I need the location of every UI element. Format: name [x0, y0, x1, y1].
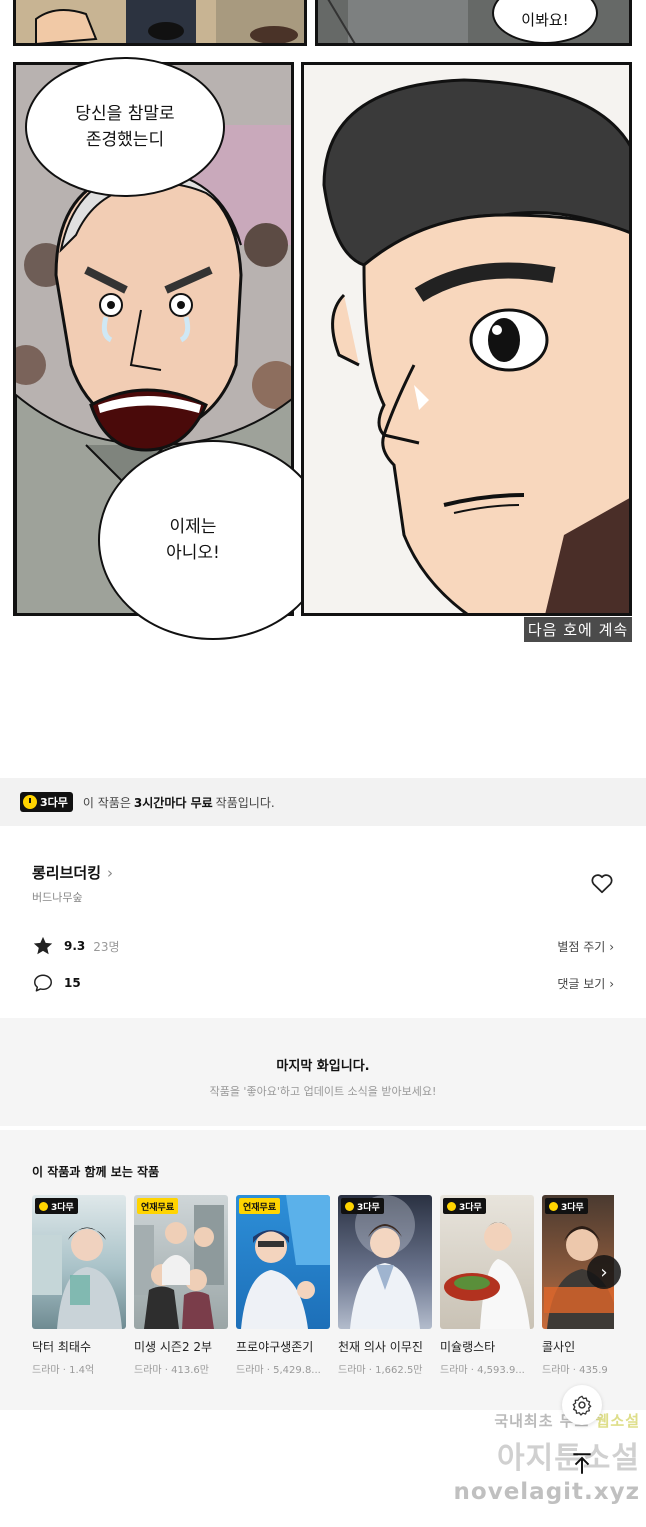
work-info-section: 롱리브더킹 › 버드나무숲 9.3 23명 별점 주기 › 15 댓글 보기 › — [0, 826, 646, 1016]
watermark-line-2: 아지툰소설 — [497, 1441, 640, 1476]
work-author: 버드나무숲 — [32, 891, 83, 904]
watermark-line-3: novelagit.xyz — [453, 1479, 640, 1505]
recommendations-section: 이 작품과 함께 보는 작품 3다무 닥터 최태수 드라마 · 1.4억 연재무… — [0, 1130, 646, 1410]
free-notice-bar: 3다무 이 작품은 3시간마다 무료 작품입니다. — [0, 778, 646, 826]
chevron-right-icon: › — [600, 1261, 608, 1283]
comment-bubble-icon — [34, 974, 52, 992]
card-tag: 3다무 — [443, 1198, 486, 1214]
comment-row: 15 댓글 보기 › — [32, 971, 614, 995]
speech-bubble-left-top: 당신을 참말로 존경했는디 — [25, 57, 225, 197]
card-title: 미생 시즌2 2부 — [134, 1340, 213, 1354]
card-title: 닥터 최태수 — [32, 1340, 92, 1354]
arrow-up-icon — [573, 1453, 591, 1474]
card-meta: 드라마 · 4,593.9... — [440, 1365, 525, 1376]
rating-score: 9.3 — [64, 939, 86, 953]
gear-icon — [572, 1395, 592, 1416]
rating-count: 23명 — [93, 939, 120, 954]
chevron-right-icon: › — [107, 863, 114, 882]
card-meta: 드라마 · 435.9 — [542, 1365, 608, 1376]
rate-button-label: 별점 주기 — [557, 939, 606, 954]
recommendation-card[interactable]: 연재무료 프로야구생존기 드라마 · 5,429.8... — [236, 1195, 330, 1376]
three-hour-free-badge: 3다무 — [20, 792, 73, 812]
recommendation-card[interactable]: 연재무료 미생 시즌2 2부 드라마 · 413.6만 — [134, 1195, 228, 1376]
to-be-continued-caption: 다음 호에 계속 — [524, 617, 632, 642]
badge-label: 3다무 — [40, 796, 68, 809]
last-episode-subtitle: 작품을 '좋아요'하고 업데이트 소식을 받아보세요! — [209, 1085, 437, 1098]
card-meta: 드라마 · 5,429.8... — [236, 1365, 321, 1376]
card-meta: 드라마 · 1.4억 — [32, 1365, 95, 1376]
card-tag: 3다무 — [545, 1198, 588, 1214]
card-tag: 연재무료 — [137, 1198, 179, 1214]
notice-text-bold: 3시간마다 무료 — [133, 795, 213, 810]
last-episode-title: 마지막 화입니다. — [276, 1059, 370, 1074]
card-title: 프로야구생존기 — [236, 1340, 314, 1354]
card-tag: 3다무 — [35, 1198, 78, 1214]
recommendation-thumbnail: 3다무 — [32, 1195, 126, 1329]
card-title: 천재 의사 이무진 — [338, 1340, 423, 1354]
watermark-line-1b: 웹소설 — [595, 1412, 640, 1430]
card-title: 콜사인 — [542, 1340, 576, 1354]
comic-viewer: 이봐요! 당신을 참말로 존경했는디 이제는 아니오! 다음 호에 계속 — [0, 0, 646, 660]
comment-count: 15 — [64, 976, 81, 990]
chevron-right-icon: › — [609, 976, 614, 991]
view-comments-button[interactable]: 댓글 보기 › — [557, 975, 614, 992]
recommendation-card[interactable]: 3다무 미슐랭스타 드라마 · 4,593.9... — [440, 1195, 534, 1376]
clock-icon — [23, 795, 37, 809]
card-tag: 3다무 — [341, 1198, 384, 1214]
recommendation-thumbnail: 연재무료 — [236, 1195, 330, 1329]
chevron-right-icon: › — [609, 939, 614, 954]
recommendation-card[interactable]: 3다무 천재 의사 이무진 드라마 · 1,662.5만 — [338, 1195, 432, 1376]
watermark-line-1: 국내최초 무료 웹소설 — [440, 1410, 640, 1431]
site-watermark: 국내최초 무료 웹소설 아지툰소설 novelagit.xyz — [440, 1410, 640, 1520]
star-icon — [33, 936, 53, 955]
speech-bubble-left-bottom: 이제는 아니오! — [98, 440, 328, 640]
recommendation-thumbnail: 연재무료 — [134, 1195, 228, 1329]
card-title: 미슐랭스타 — [440, 1340, 496, 1354]
work-title-link[interactable]: 롱리브더킹 › — [32, 862, 113, 883]
recommendation-card[interactable]: 3다무 닥터 최태수 드라마 · 1.4억 — [32, 1195, 126, 1376]
comic-panel-young-man — [301, 62, 632, 616]
recommendation-thumbnail: 3다무 — [440, 1195, 534, 1329]
heart-like-icon[interactable] — [589, 870, 615, 896]
recommendations-heading: 이 작품과 함께 보는 작품 — [32, 1165, 160, 1179]
last-episode-section: 마지막 화입니다. 작품을 '좋아요'하고 업데이트 소식을 받아보세요! — [0, 1018, 646, 1126]
settings-button[interactable] — [562, 1385, 602, 1425]
work-title: 롱리브더킹 — [32, 864, 102, 882]
comic-panel-top-left — [13, 0, 307, 46]
recommendation-thumbnail: 3다무 — [338, 1195, 432, 1329]
rating-row: 9.3 23명 별점 주기 › — [32, 934, 614, 958]
view-comments-label: 댓글 보기 — [557, 976, 606, 991]
recommendations-carousel: 3다무 닥터 최태수 드라마 · 1.4억 연재무료 미생 시즌2 2부 드라마… — [32, 1195, 614, 1395]
card-meta: 드라마 · 413.6만 — [134, 1365, 209, 1376]
notice-text-after: 작품입니다. — [215, 795, 275, 810]
rate-button[interactable]: 별점 주기 › — [557, 938, 614, 955]
scroll-to-top-button[interactable] — [566, 1448, 598, 1480]
carousel-next-button[interactable]: › — [587, 1255, 621, 1289]
notice-text-before: 이 작품은 — [82, 795, 131, 810]
card-tag: 연재무료 — [239, 1198, 281, 1214]
card-meta: 드라마 · 1,662.5만 — [338, 1365, 423, 1376]
